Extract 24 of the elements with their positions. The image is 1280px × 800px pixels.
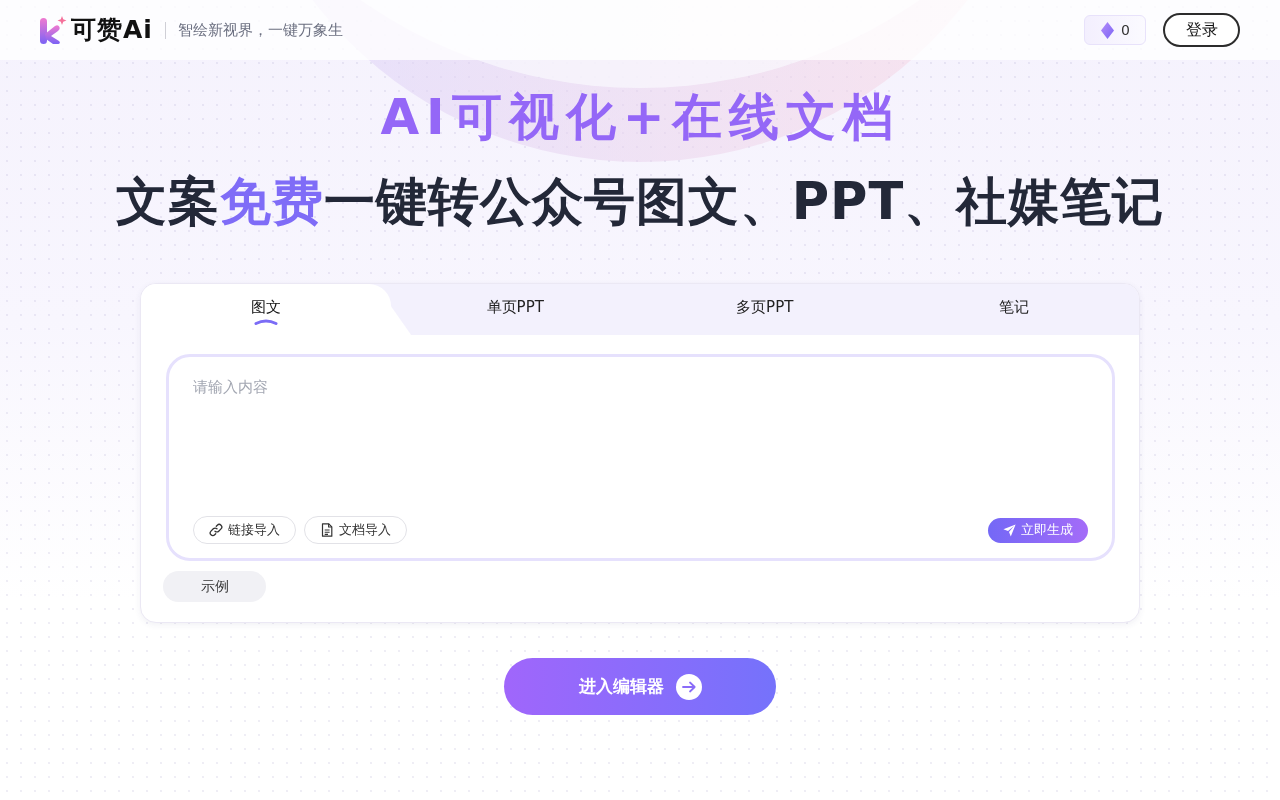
brand-name: 可赞Ai — [71, 15, 153, 45]
mode-tab[interactable]: 多页PPT — [640, 284, 890, 335]
generate-button[interactable]: 立即生成 — [988, 517, 1088, 543]
diamond-icon — [1101, 21, 1115, 39]
document-icon — [320, 523, 334, 537]
send-icon — [1003, 523, 1016, 537]
document-import-button[interactable]: 文档导入 — [304, 516, 407, 544]
editor-input-field[interactable]: 请输入内容 链接导入 文档导入 立即生成 — [166, 354, 1115, 561]
content-input[interactable]: 请输入内容 — [193, 377, 1088, 516]
mode-tab[interactable]: 图文 — [141, 284, 391, 335]
logo-icon — [40, 16, 67, 44]
link-import-button[interactable]: 链接导入 — [193, 516, 296, 544]
hero-title: AI可视化+在线文档 — [380, 87, 900, 148]
enter-editor-button[interactable]: 进入编辑器 — [504, 658, 776, 715]
slogan-text: 智绘新视界，一键万象生 — [177, 19, 343, 41]
mode-tab[interactable]: 笔记 — [889, 284, 1139, 335]
credits-count: 0 — [1121, 20, 1130, 40]
hero-subtitle: 文案免费一键转公众号图文、PPT、社媒笔记 — [115, 171, 1165, 233]
example-button[interactable]: 示例 — [163, 571, 266, 602]
link-icon — [209, 523, 223, 537]
credits-badge[interactable]: 0 — [1084, 15, 1146, 45]
tab-indicator-icon — [253, 319, 278, 325]
login-button[interactable]: 登录 — [1163, 13, 1240, 47]
arrow-circle-icon — [675, 673, 702, 700]
